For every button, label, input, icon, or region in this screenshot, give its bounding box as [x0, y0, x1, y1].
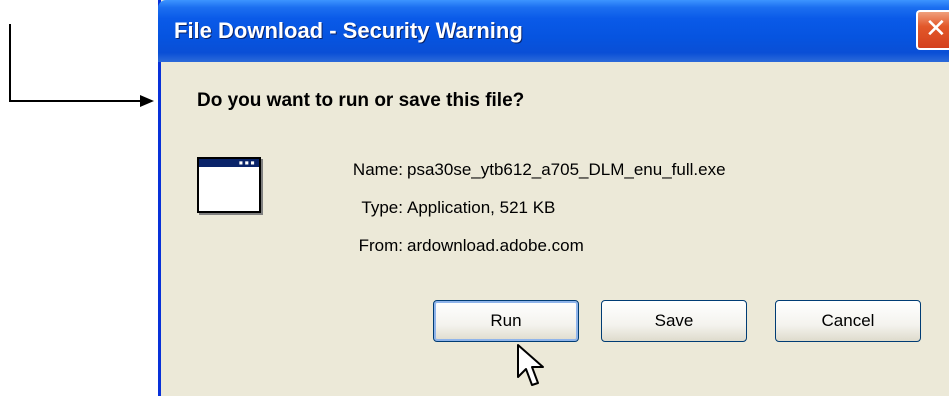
annotation-arrow-horizontal-line [9, 100, 141, 102]
file-name-value: psa30se_ytb612_a705_DLM_enu_full.exe [407, 160, 726, 179]
file-source-label: From: [358, 236, 403, 255]
file-source-value: ardownload.adobe.com [407, 236, 584, 255]
run-button[interactable]: Run [433, 300, 579, 342]
file-type-label: Type: [361, 198, 403, 217]
file-type-value: Application, 521 KB [407, 198, 556, 217]
mouse-cursor-icon [517, 344, 544, 386]
file-name-label: Name: [352, 160, 403, 179]
annotation-arrow-vertical-line [9, 24, 11, 102]
close-icon: ✕ [925, 14, 947, 44]
save-button[interactable]: Save [601, 300, 747, 342]
dialog-title: File Download - Security Warning [174, 18, 523, 43]
file-download-dialog: File Download - Security Warning ✕ Do yo… [158, 0, 949, 396]
dialog-question: Do you want to run or save this file? [197, 90, 525, 111]
application-window-icon: ▪▪▪ [197, 157, 261, 213]
dialog-titlebar[interactable]: File Download - Security Warning ✕ [158, 0, 949, 62]
annotation-arrow-head [140, 95, 154, 107]
close-button[interactable]: ✕ [916, 10, 949, 50]
cancel-button[interactable]: Cancel [775, 300, 921, 342]
app-icon-dots: ▪▪▪ [238, 158, 256, 167]
app-icon-titlebar: ▪▪▪ [199, 159, 259, 167]
